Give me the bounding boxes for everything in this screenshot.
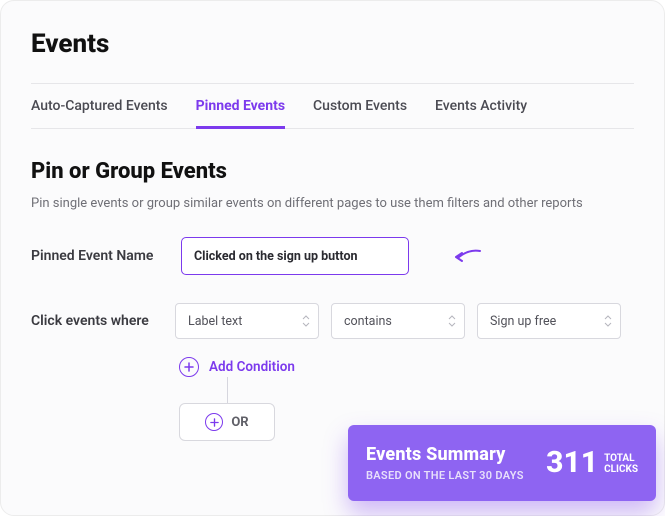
section-description: Pin single events or group similar event… [31, 196, 634, 211]
page-title: Events [31, 29, 634, 59]
annotation-arrow-icon [453, 247, 481, 267]
summary-unit: TOTAL CLICKS [604, 453, 638, 476]
updown-icon [448, 315, 456, 327]
filter-row: Click events where Label text contains S… [31, 303, 634, 339]
or-button[interactable]: OR [179, 403, 275, 441]
updown-icon [604, 315, 612, 327]
updown-icon [302, 315, 310, 327]
tabs: Auto-Captured Events Pinned Events Custo… [31, 83, 634, 129]
connector-line [227, 377, 228, 403]
summary-subtitle: BASED ON THE LAST 30 DAYS [366, 469, 524, 482]
tab-pinned-events[interactable]: Pinned Events [196, 98, 285, 129]
event-name-label: Pinned Event Name [31, 248, 163, 264]
pinned-section: Pin or Group Events Pin single events or… [31, 129, 634, 441]
page-container: Events Auto-Captured Events Pinned Event… [0, 0, 665, 516]
filter-operator-value: contains [344, 314, 392, 329]
or-connector: OR [179, 377, 275, 441]
summary-title: Events Summary [366, 444, 524, 465]
filter-value-text: Sign up free [490, 314, 556, 329]
tab-auto-captured-events[interactable]: Auto-Captured Events [31, 98, 168, 129]
plus-icon [205, 413, 223, 431]
tab-events-activity[interactable]: Events Activity [435, 98, 527, 129]
event-name-input[interactable] [181, 237, 409, 275]
section-title: Pin or Group Events [31, 159, 634, 184]
filter-operator-select[interactable]: contains [331, 303, 465, 339]
filter-field-select[interactable]: Label text [175, 303, 319, 339]
tab-custom-events[interactable]: Custom Events [313, 98, 407, 129]
filter-value-select[interactable]: Sign up free [477, 303, 621, 339]
events-summary-card: Events Summary BASED ON THE LAST 30 DAYS… [348, 425, 656, 501]
event-name-row: Pinned Event Name [31, 237, 634, 275]
summary-count: 311 [546, 448, 598, 478]
add-condition-label: Add Condition [209, 359, 295, 375]
or-label: OR [231, 415, 248, 430]
plus-icon [179, 357, 199, 377]
add-condition-button[interactable]: Add Condition [179, 357, 634, 377]
filter-field-value: Label text [188, 314, 242, 329]
filter-label: Click events where [31, 313, 163, 329]
